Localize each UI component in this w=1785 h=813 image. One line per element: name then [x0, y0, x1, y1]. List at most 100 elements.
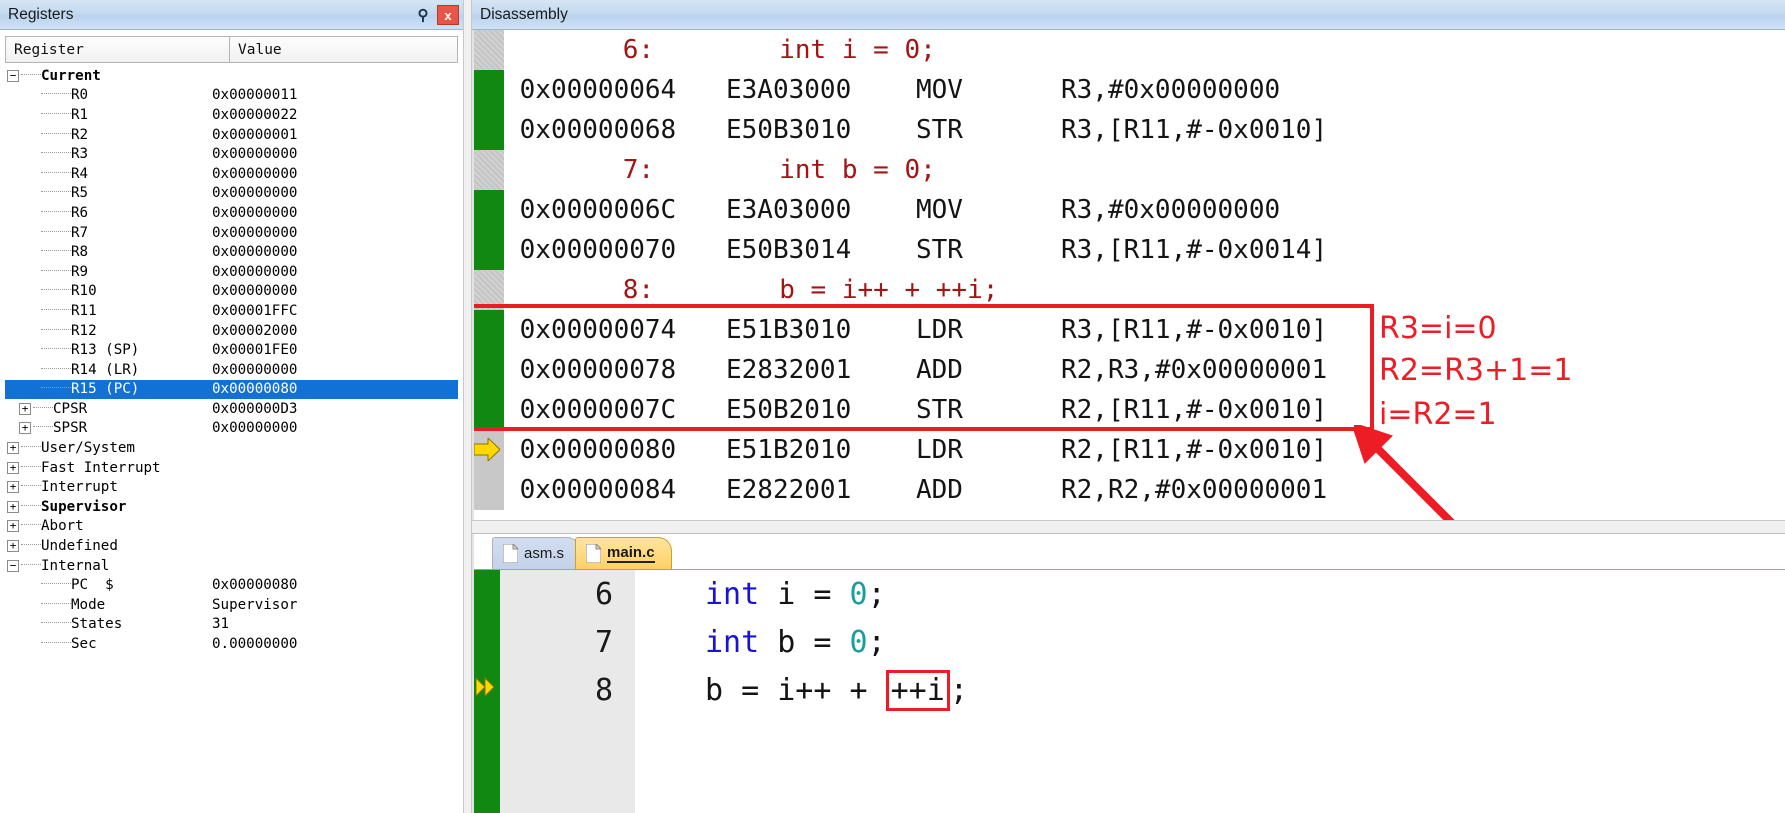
disassembly-source-line[interactable]: 7: int b = 0; — [474, 150, 1785, 190]
tree-group-supervisor[interactable]: + Supervisor — [5, 497, 458, 517]
internal-row-states[interactable]: States 31 — [5, 615, 458, 635]
internal-row-mode[interactable]: Mode Supervisor — [5, 595, 458, 615]
expander-collapse-icon[interactable]: − — [7, 69, 19, 82]
code-view[interactable]: 678 int i = 0; int b = 0; b = i++ + ++i; — [474, 570, 1785, 813]
executed-code-gutter — [474, 70, 504, 110]
disassembly-instruction-row[interactable]: 0x0000007C E50B2010 STR R2,[R11,#-0x0010] — [474, 390, 1785, 430]
tree-group-undefined[interactable]: + Undefined — [5, 536, 458, 556]
register-row-r9[interactable]: R9 0x00000000 — [5, 262, 458, 282]
code-token: 0 — [849, 624, 868, 660]
tab-label-asm-s: asm.s — [524, 545, 565, 562]
code-text-column[interactable]: int i = 0; int b = 0; b = i++ + ++i; — [635, 570, 1785, 813]
register-name: R7 — [5, 225, 88, 241]
code-line-number: 6 — [594, 576, 613, 612]
register-row-r13sp[interactable]: R13 (SP) 0x00001FE0 — [5, 340, 458, 360]
register-value: 0x00000001 — [212, 126, 298, 143]
disassembly-instruction-row[interactable]: 0x00000078 E2832001 ADD R2,R3,#0x00000001 — [474, 350, 1785, 390]
register-row-r12[interactable]: R12 0x00002000 — [5, 321, 458, 341]
register-row-r2[interactable]: R2 0x00000001 — [5, 125, 458, 145]
register-row-r5[interactable]: R5 0x00000000 — [5, 184, 458, 204]
instruction-text: 0x00000084 E2822001 ADD R2,R2,#0x00000001 — [504, 475, 1327, 505]
instruction-address: 0x0000006C — [504, 195, 677, 225]
register-name: States — [5, 616, 122, 632]
disassembly-source-line[interactable]: 8: b = i++ + ++i; — [474, 270, 1785, 310]
register-row-r14lr[interactable]: R14 (LR) 0x00000000 — [5, 360, 458, 380]
disassembly-instruction-row[interactable]: 0x00000070 E50B3014 STR R3,[R11,#-0x0014] — [474, 230, 1785, 270]
tree-group-current[interactable]: − Current — [5, 66, 458, 86]
tree-dotted-line — [21, 73, 41, 75]
register-row-cpsr[interactable]: + CPSR 0x000000D3 — [5, 399, 458, 419]
internal-row-pc[interactable]: PC $ 0x00000080 — [5, 575, 458, 595]
column-header-value[interactable]: Value — [229, 36, 458, 63]
disassembly-panel: Disassembly 6: int i = 0; 0x00000064 E3A0… — [472, 0, 1785, 520]
current-registers-list: R0 0x00000011 R1 0x00000022 R2 0x00000001 R3 0x… — [5, 86, 458, 400]
disassembly-panel-title: Disassembly — [480, 5, 568, 23]
instruction-opcode: E51B3010 — [726, 315, 852, 345]
code-line[interactable]: int b = 0; — [635, 618, 1785, 666]
pc-gutter — [474, 430, 504, 470]
register-name: R6 — [5, 205, 88, 221]
tab-asm-s[interactable]: asm.s — [492, 537, 582, 569]
register-row-r4[interactable]: R4 0x00000000 — [5, 164, 458, 184]
disassembly-instruction-row[interactable]: 0x00000068 E50B3010 STR R3,[R11,#-0x0010] — [474, 110, 1785, 150]
register-value: 0x00000000 — [212, 165, 298, 182]
tree-group-fastinterrupt[interactable]: + Fast Interrupt — [5, 458, 458, 478]
register-name: R3 — [5, 146, 88, 162]
column-header-register[interactable]: Register — [5, 36, 230, 63]
source-line-number: 6: — [622, 35, 654, 65]
close-icon[interactable]: x — [437, 5, 459, 25]
register-row-r7[interactable]: R7 0x00000000 — [5, 223, 458, 243]
register-value: 0x00000080 — [212, 577, 298, 594]
instruction-mnemonic: ADD — [916, 475, 963, 505]
tree-group-internal[interactable]: − Internal — [5, 556, 458, 576]
register-row-r11[interactable]: R11 0x00001FFC — [5, 301, 458, 321]
register-value: 31 — [212, 616, 230, 633]
register-row-r0[interactable]: R0 0x00000011 — [5, 86, 458, 106]
tree-group-interrupt[interactable]: + Interrupt — [5, 477, 458, 497]
tree-group-usersystem[interactable]: + User/System — [5, 438, 458, 458]
code-token: i = — [759, 576, 850, 612]
register-row-spsr[interactable]: + SPSR 0x00000000 — [5, 419, 458, 439]
register-name: R5 — [5, 185, 88, 201]
register-row-r10[interactable]: R10 0x00000000 — [5, 282, 458, 302]
code-token: ; — [867, 624, 886, 660]
register-row-r8[interactable]: R8 0x00000000 — [5, 242, 458, 262]
register-row-r6[interactable]: R6 0x00000000 — [5, 203, 458, 223]
registers-tree: − Current R0 0x00000011 R1 0x00000022 R2 0x000… — [5, 63, 458, 654]
register-value: 0x00001FE0 — [212, 342, 298, 359]
instruction-text: 0x00000064 E3A03000 MOV R3,#0x00000000 — [504, 75, 1281, 105]
register-row-r15pc[interactable]: R15 (PC) 0x00000080 — [5, 379, 458, 400]
register-name: + User/System — [5, 440, 135, 456]
disassembly-source-line[interactable]: 6: int i = 0; — [474, 30, 1785, 70]
code-line-number-column: 6 7 8 — [500, 570, 635, 813]
register-name: R15 (PC) — [5, 381, 139, 397]
register-row-r1[interactable]: R1 0x00000022 — [5, 105, 458, 125]
register-value: 0x00000000 — [212, 204, 298, 221]
disassembly-instruction-row[interactable]: 0x00000064 E3A03000 MOV R3,#0x00000000 — [474, 70, 1785, 110]
registers-panel: Registers ⚲ x Register Value − Current R0… — [0, 0, 463, 813]
register-name: Sec — [5, 636, 97, 652]
disassembly-instruction-row[interactable]: 0x0000006C E3A03000 MOV R3,#0x00000000 — [474, 190, 1785, 230]
tab-main-c[interactable]: main.c — [575, 537, 672, 569]
instruction-mnemonic: STR — [916, 395, 963, 425]
instruction-opcode: E3A03000 — [726, 75, 852, 105]
disassembly-instruction-row[interactable]: 0x00000074 E51B3010 LDR R3,[R11,#-0x0010] — [474, 310, 1785, 350]
instruction-operands: R2,[R11,#-0x0010] — [1061, 435, 1328, 465]
code-token: int — [705, 576, 760, 612]
pin-icon[interactable]: ⚲ — [414, 5, 432, 25]
instruction-opcode: E50B3010 — [726, 115, 852, 145]
vertical-splitter[interactable] — [463, 0, 472, 813]
register-name: + Interrupt — [5, 479, 118, 495]
disassembly-listing[interactable]: 6: int i = 0; 0x00000064 E3A03000 MOV R3,#0… — [472, 30, 1785, 520]
registers-column-headers: Register Value — [5, 36, 458, 63]
instruction-address: 0x00000068 — [504, 115, 677, 145]
instruction-text: 0x00000080 E51B2010 LDR R2,[R11,#-0x0010] — [504, 435, 1327, 465]
register-name: R12 — [5, 323, 97, 339]
tree-group-abort[interactable]: + Abort — [5, 517, 458, 537]
internal-row-sec[interactable]: Sec 0.00000000 — [5, 634, 458, 654]
code-line[interactable]: int i = 0; — [635, 570, 1785, 618]
instruction-text: 0x00000068 E50B3010 STR R3,[R11,#-0x0010] — [504, 115, 1327, 145]
code-line[interactable]: b = i++ + ++i; — [635, 666, 1785, 714]
horizontal-splitter[interactable] — [472, 520, 1785, 534]
register-row-r3[interactable]: R3 0x00000000 — [5, 144, 458, 164]
